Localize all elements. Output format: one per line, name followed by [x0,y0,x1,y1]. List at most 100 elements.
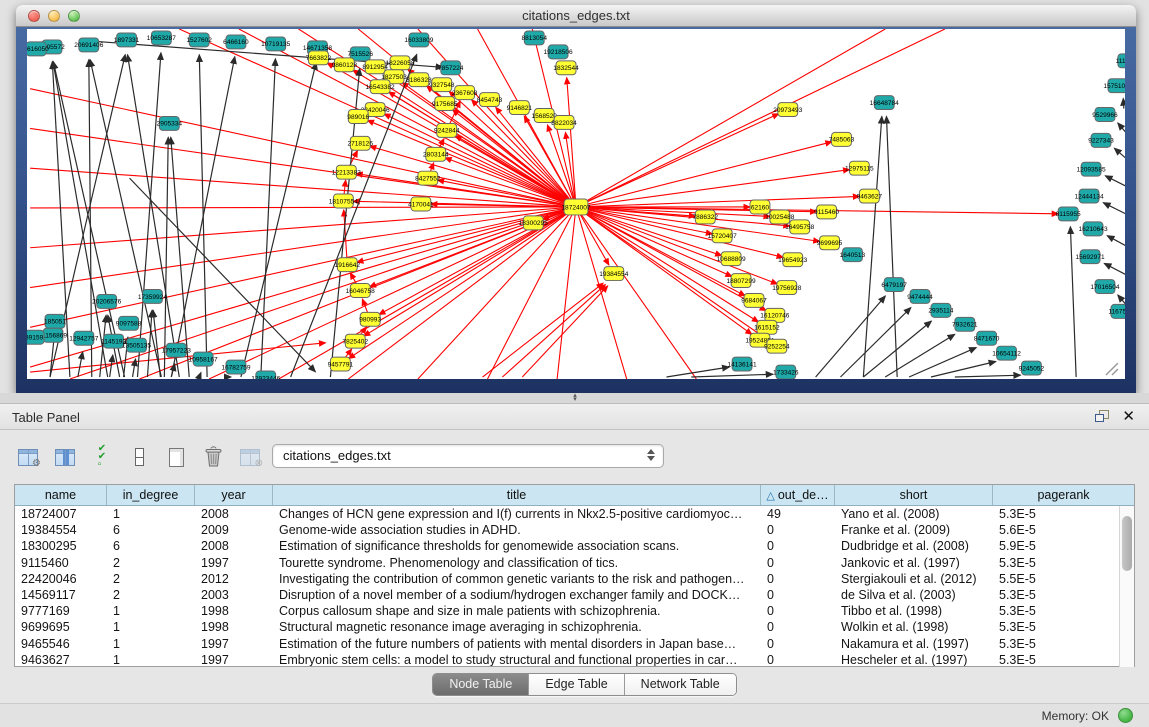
graph-edge [179,29,576,207]
column-visibility-icon[interactable] [53,445,77,469]
delete-table-icon[interactable] [201,445,225,469]
graph-edge [1070,227,1076,377]
node-table: namein_degreeyeartitle△out_de…shortpager… [14,484,1135,667]
table-cell: Changes of HCN gene expression and I(f) … [273,506,761,522]
table-row[interactable]: 1938455462009Genome-wide association stu… [15,522,1134,538]
table-cell: de Silva et al. (2003) [835,587,993,603]
graph-node-label: 20691406 [74,42,103,49]
graph-node-label: 19218506 [544,49,573,56]
table-row[interactable]: 1456911722003Disruption of a novel membe… [15,587,1134,603]
graph-edge [455,135,576,206]
table-scrollbar[interactable] [1119,506,1134,667]
table-selector-dropdown[interactable]: citations_edges.txt [272,444,664,468]
graph-edge [691,374,773,377]
graph-node-label: 7932621 [952,322,978,329]
graph-node-label: 9146821 [507,105,533,112]
graph-node-label: 9252254 [764,343,790,350]
graph-node-label: 2718126 [347,141,373,148]
graph-node-label: 1733426 [773,369,799,376]
table-row[interactable]: 946554611997Estimation of the future num… [15,636,1134,652]
graph-node-label: 1916642 [335,262,361,269]
graph-node-label: 980993 [359,317,381,324]
new-table-icon[interactable] [164,445,188,469]
window-titlebar[interactable]: citations_edges.txt [16,5,1136,27]
close-panel-icon[interactable]: ✕ [1122,409,1135,424]
graph-node-label: 39159 [27,335,44,342]
float-panel-icon[interactable] [1095,410,1110,423]
table-row[interactable]: 969969511998Structural magnetic resonanc… [15,619,1134,635]
table-cell: Disruption of a novel member of a sodium… [273,587,761,603]
graph-node-label: 9699695 [817,240,843,247]
table-panel-header: Table Panel ✕ [0,403,1149,430]
graph-node-label: 1527602 [186,37,212,44]
column-header-in_degree[interactable]: in_degree [107,485,195,505]
table-row[interactable]: 1872400712008Changes of HCN gene express… [15,506,1134,522]
graph-node-label: 1615152 [754,325,780,332]
tab-node-table[interactable]: Node Table [433,674,529,695]
graph-edge [30,207,576,208]
table-cell: 1997 [195,636,273,652]
column-header-short[interactable]: short [835,485,993,505]
table-cell: 0 [761,652,835,666]
delete-column-icon[interactable]: ⊗ [238,445,262,469]
column-header-year[interactable]: year [195,485,273,505]
column-header-title[interactable]: title [273,485,761,505]
graph-edge [1118,123,1125,132]
graph-node-label: 2367608 [452,90,478,97]
graph-node-label: 2935114 [928,308,953,315]
table-cell: 5.3E-5 [993,555,1134,571]
graph-node-label: 15720407 [708,233,737,240]
canvas-resize-grip[interactable] [1106,363,1118,375]
column-header-pagerank[interactable]: pagerank [993,485,1134,505]
graph-node-label: 20973493 [773,107,802,114]
graph-node-label: 9097588 [116,321,142,328]
table-cell: 5.9E-5 [993,538,1134,554]
graph-node-label: 7485063 [829,137,855,144]
graph-node-label: 17359924 [138,294,167,301]
table-cell: 9777169 [15,603,107,619]
table-cell: 0 [761,522,835,538]
table-cell: 2 [107,587,195,603]
graph-edge [1103,203,1125,214]
table-cell: 9699695 [15,619,107,635]
table-cell: 5.3E-5 [993,587,1134,603]
table-cell: Jankovic et al. (1997) [835,555,993,571]
panel-splitter[interactable]: ▴▾ [0,393,1149,403]
table-cell: 2003 [195,587,273,603]
select-all-icon[interactable]: ✔✔▫ [90,445,114,469]
network-canvas[interactable]: 2405572206914061897331106532871527602646… [27,29,1125,379]
graph-node-label: 2616050 [27,46,49,53]
graph-node-label: 1640513 [840,252,866,259]
column-header-out_de[interactable]: △out_de… [761,485,835,505]
graph-node-label: 1568520 [531,113,557,120]
table-toolbar: ⚙ ✔✔▫ ⊗ f(x) [16,442,299,472]
graph-edge [1107,236,1125,246]
table-row[interactable]: 1830029562008Estimation of significance … [15,538,1134,554]
graph-node-label: 14136141 [727,361,756,368]
table-settings-icon[interactable]: ⚙ [16,445,40,469]
graph-node-label: 62160 [751,204,770,211]
graph-node-label: 9457791 [328,361,354,368]
column-header-name[interactable]: name [15,485,107,505]
table-row[interactable]: 911546021997Tourette syndrome. Phenomeno… [15,555,1134,571]
graph-node-label: 4170041 [408,201,434,208]
table-row[interactable]: 2242004622012Investigating the contribut… [15,571,1134,587]
graph-node-label: 7886322 [693,214,719,221]
splitter-handle-icon[interactable]: ▴▾ [568,394,582,402]
graph-node-label: 17957223 [162,347,191,354]
row-height-icon[interactable] [127,445,151,469]
graph-node-label: 12975115 [845,165,874,172]
tab-edge-table[interactable]: Edge Table [529,674,624,695]
tab-network-table[interactable]: Network Table [625,674,736,695]
memory-status-icon[interactable] [1118,708,1133,723]
graph-node-label: 9327548 [429,82,455,89]
scrollbar-thumb[interactable] [1122,516,1132,571]
table-row[interactable]: 946362711997Embryonic stem cells: a mode… [15,652,1134,666]
graph-node-label: 9242844 [434,128,460,135]
table-row[interactable]: 977716911998Corpus callosum shape and si… [15,603,1134,619]
graph-edge [863,116,881,377]
graph-node-label: 7515526 [347,51,373,58]
graph-node-label: 8454743 [477,97,503,104]
table-cell: Structural magnetic resonance image aver… [273,619,761,635]
table-cell: 2 [107,571,195,587]
